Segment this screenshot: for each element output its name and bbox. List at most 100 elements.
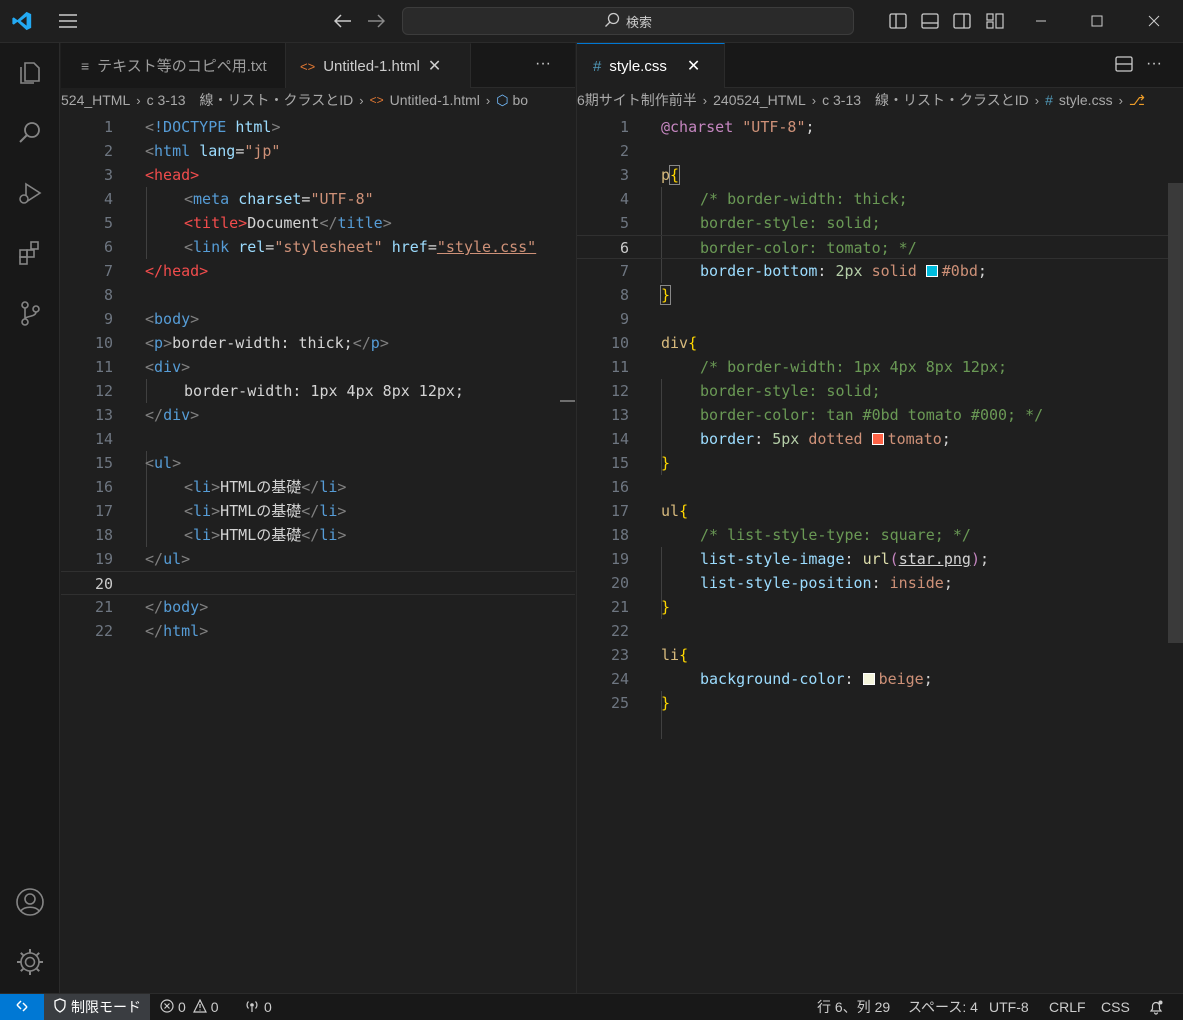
line-number: 19 xyxy=(94,550,113,568)
html-file-icon: <> xyxy=(369,93,384,107)
settings-gear-icon[interactable] xyxy=(12,944,48,980)
line-number: 4 xyxy=(103,190,113,208)
code-line: 4/* border-width: thick; xyxy=(577,187,1183,211)
code-line-current: 6 border-color: tomato; */ xyxy=(577,235,1183,259)
color-swatch[interactable] xyxy=(925,265,938,277)
line-number: 2 xyxy=(619,142,629,160)
line-number: 6 xyxy=(619,239,629,257)
notifications-bell-icon[interactable] xyxy=(1148,994,1164,1020)
split-editor-icon[interactable] xyxy=(1115,56,1133,75)
line-number: 21 xyxy=(94,598,113,616)
breadcrumb-item[interactable]: style.css xyxy=(1059,92,1113,108)
css-code-editor[interactable]: 1 @charset "UTF-8"; 2 3 p{ 4/* border-widt… xyxy=(577,115,1183,993)
more-actions-icon[interactable]: ··· xyxy=(535,55,551,73)
breadcrumb-item[interactable]: Untitled-1.html xyxy=(390,92,480,108)
extensions-icon[interactable] xyxy=(12,235,48,271)
status-bar: 制限モード 0 0 0 行 6、列 29 スペース: 4 UTF-8 CRLF … xyxy=(0,993,1183,1020)
line-number: 15 xyxy=(94,454,113,472)
indentation[interactable]: スペース: 4 xyxy=(908,994,978,1020)
scrollbar-thumb[interactable] xyxy=(1168,183,1183,643)
tab-bar: # style.css ✕ ··· xyxy=(577,43,1183,88)
toggle-primary-sidebar-icon[interactable] xyxy=(886,6,910,36)
ports-indicator[interactable]: 0 xyxy=(244,994,272,1020)
breadcrumb-item[interactable]: c 3-13 線・リスト・クラスとID xyxy=(147,90,354,110)
breadcrumb-item[interactable]: 524_HTML xyxy=(61,92,130,108)
line-number: 7 xyxy=(103,262,113,280)
search-label: 検索 xyxy=(625,14,652,30)
line-number: 6 xyxy=(103,238,113,256)
code-line: 16 xyxy=(577,475,1183,499)
code-line: 7 </head> xyxy=(61,259,575,283)
line-number: 9 xyxy=(103,310,113,328)
remote-indicator[interactable] xyxy=(0,994,44,1020)
tab-untitled-html[interactable]: <> Untitled-1.html ✕ xyxy=(286,43,471,88)
code-line: 5 border-style: solid; xyxy=(577,211,1183,235)
menu-icon[interactable] xyxy=(54,6,82,36)
language-mode[interactable]: CSS xyxy=(1101,994,1130,1020)
chevron-right-icon: › xyxy=(1118,92,1123,108)
code-line: 22 xyxy=(577,619,1183,643)
code-line: 23 li{ xyxy=(577,643,1183,667)
line-number: 1 xyxy=(103,118,113,136)
line-number: 9 xyxy=(619,310,629,328)
tab-label: Untitled-1.html xyxy=(323,57,420,75)
code-line: 18/* list-style-type: square; */ xyxy=(577,523,1183,547)
end-of-line[interactable]: CRLF xyxy=(1049,994,1086,1020)
ports-count: 0 xyxy=(264,999,272,1015)
breadcrumb-item[interactable]: c 3-13 線・リスト・クラスとID xyxy=(822,90,1029,110)
close-tab-icon[interactable]: ✕ xyxy=(428,56,441,76)
tab-style-css[interactable]: # style.css ✕ xyxy=(577,43,725,88)
problems-indicator[interactable]: 0 0 xyxy=(160,994,219,1020)
line-number: 19 xyxy=(610,550,629,568)
close-window-icon[interactable] xyxy=(1139,6,1169,36)
code-line: 21} xyxy=(577,595,1183,619)
minimize-icon[interactable] xyxy=(1026,6,1056,36)
code-line: 1 <!DOCTYPE html> xyxy=(61,115,575,139)
line-number: 11 xyxy=(94,358,113,376)
chevron-right-icon: › xyxy=(485,92,491,108)
code-line: 10 div{ xyxy=(577,331,1183,355)
shield-icon xyxy=(53,998,67,1016)
maximize-icon[interactable] xyxy=(1082,6,1112,36)
search-icon xyxy=(604,12,620,31)
line-number: 10 xyxy=(610,334,629,352)
run-debug-icon[interactable] xyxy=(12,175,48,211)
line-number: 25 xyxy=(610,694,629,712)
code-line: 16 <li>HTMLの基礎</li> xyxy=(61,475,575,499)
color-swatch[interactable] xyxy=(862,673,875,685)
code-line: 18 <li>HTMLの基礎</li> xyxy=(61,523,575,547)
search-icon[interactable] xyxy=(12,115,48,151)
account-icon[interactable] xyxy=(12,884,48,920)
breadcrumb-item[interactable]: bo xyxy=(512,92,528,108)
tab-text-file[interactable]: ≡ テキスト等のコピペ用.txt xyxy=(61,43,286,88)
restricted-mode-indicator[interactable]: 制限モード xyxy=(44,994,150,1020)
encoding[interactable]: UTF-8 xyxy=(989,994,1029,1020)
line-number: 12 xyxy=(610,382,629,400)
code-line: 8 xyxy=(61,283,575,307)
toggle-panel-icon[interactable] xyxy=(918,6,942,36)
line-number: 8 xyxy=(103,286,113,304)
line-number: 3 xyxy=(619,166,629,184)
restricted-mode-label: 制限モード xyxy=(71,999,141,1015)
breadcrumb-item[interactable]: 6期サイト制作前半 xyxy=(577,90,697,110)
more-actions-icon[interactable]: ··· xyxy=(1146,55,1162,73)
toggle-secondary-sidebar-icon[interactable] xyxy=(950,6,974,36)
line-number: 5 xyxy=(103,214,113,232)
code-line: 8} xyxy=(577,283,1183,307)
customize-layout-icon[interactable] xyxy=(983,6,1007,36)
back-arrow-icon[interactable] xyxy=(330,6,356,36)
text-file-icon: ≡ xyxy=(81,57,90,74)
scrollbar-thumb[interactable] xyxy=(560,400,575,402)
explorer-icon[interactable] xyxy=(12,55,48,91)
color-swatch[interactable] xyxy=(871,433,884,445)
forward-arrow-icon[interactable] xyxy=(363,6,389,36)
source-control-icon[interactable] xyxy=(12,295,48,331)
command-center-search[interactable]: 検索 xyxy=(402,7,854,35)
cursor-position[interactable]: 行 6、列 29 xyxy=(817,994,890,1020)
html-code-editor[interactable]: 1 <!DOCTYPE html> 2 <html lang="jp" 3 <head… xyxy=(61,115,575,993)
line-number: 20 xyxy=(94,575,113,593)
breadcrumb-item[interactable]: 240524_HTML xyxy=(713,92,806,108)
close-tab-icon[interactable]: ✕ xyxy=(687,56,700,76)
line-number: 22 xyxy=(610,622,629,640)
code-line: 2 xyxy=(577,139,1183,163)
